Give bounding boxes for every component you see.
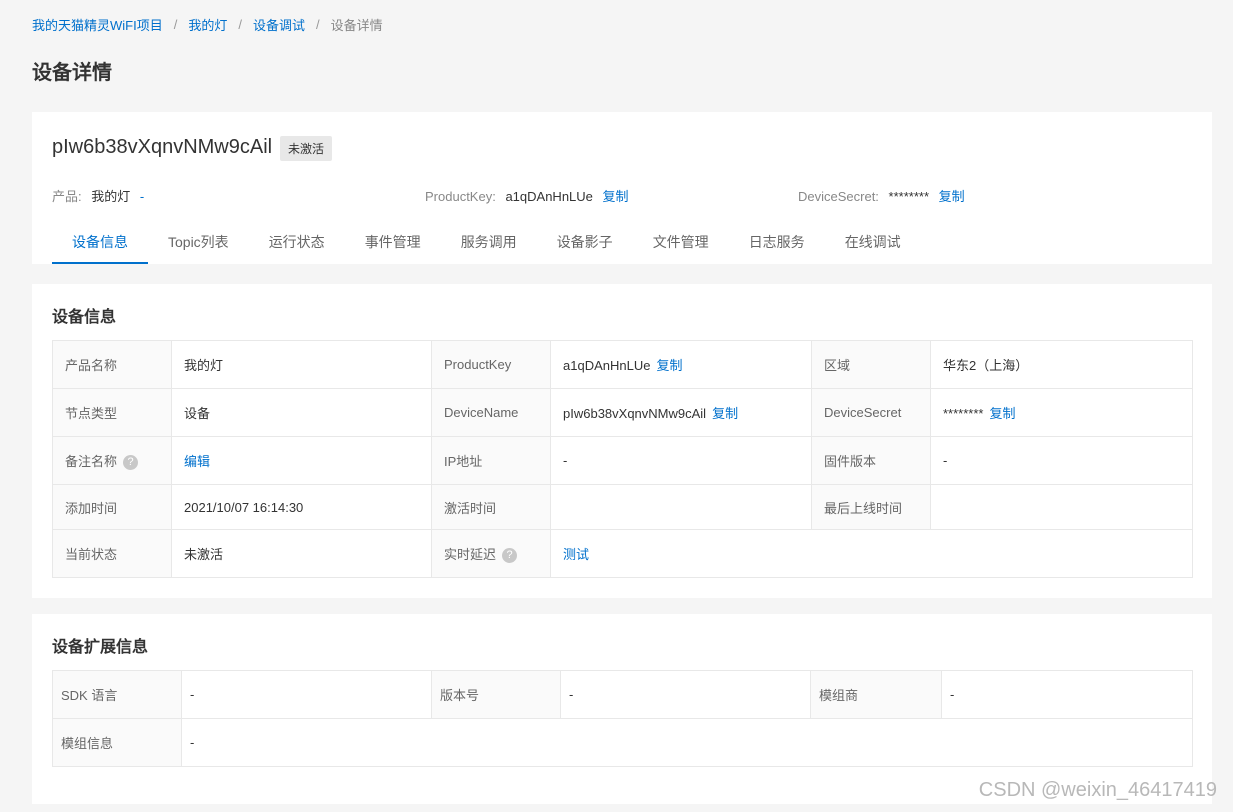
tab-log-service[interactable]: 日志服务 [729, 226, 825, 264]
tab-bar: 设备信息 Topic列表 运行状态 事件管理 服务调用 设备影子 文件管理 日志… [52, 226, 921, 264]
productkey-value: a1qDAnHnLUe [563, 358, 651, 373]
info-label: 节点类型 [52, 388, 172, 437]
info-label: 最后上线时间 [811, 484, 931, 530]
question-icon[interactable]: ? [502, 548, 518, 564]
breadcrumb-separator: / [238, 17, 242, 32]
page-title: 设备详情 [32, 62, 112, 84]
info-value: 设备 [171, 388, 432, 437]
info-label: IP地址 [431, 436, 551, 485]
breadcrumb-separator: / [173, 17, 178, 32]
breadcrumb-separator: / [316, 17, 320, 32]
ext-value: - [560, 670, 811, 719]
copy-devicesecret-button[interactable]: 复制 [989, 406, 1015, 421]
productkey-label: ProductKey: [425, 189, 496, 204]
ext-value: - [181, 670, 432, 719]
info-label: 固件版本 [811, 436, 931, 485]
breadcrumb-current: 设备详情 [330, 18, 383, 33]
breadcrumb-item-debug[interactable]: 设备调试 [253, 15, 305, 34]
devicename-value: pIw6b38vXqnvNMw9cAil [563, 406, 707, 421]
ext-value: - [941, 670, 1193, 719]
info-label-cell: 实时延迟? [431, 529, 551, 578]
copy-productkey-button[interactable]: 复制 [656, 358, 682, 373]
ext-value: - [181, 718, 1193, 767]
table-row: 节点类型 设备 DeviceName pIw6b38vXqnvNMw9cAil 复… [52, 388, 1193, 437]
info-label: ProductKey [431, 340, 551, 389]
info-label: 备注名称 [65, 453, 118, 469]
info-value-cell: pIw6b38vXqnvNMw9cAil 复制 [550, 388, 812, 437]
info-value: 华东2（上海） [930, 340, 1193, 389]
ext-info-table: SDK 语言 - 版本号 - 模组商 - 模组信息 - [52, 670, 1193, 767]
watermark: CSDN @weixin_46417419 [978, 779, 1217, 801]
info-label: DeviceSecret [811, 388, 931, 437]
copy-productkey-button[interactable]: 复制 [603, 189, 629, 204]
ext-label: 模组信息 [52, 718, 182, 767]
product-meta: 产品: 我的灯 - [52, 186, 144, 205]
info-label: 添加时间 [52, 484, 172, 530]
info-value: - [930, 436, 1193, 485]
productkey-meta: ProductKey: a1qDAnHnLUe 复制 [425, 186, 629, 205]
edit-remark-link[interactable]: 编辑 [184, 454, 210, 469]
info-label: 当前状态 [52, 529, 172, 578]
devicesecret-meta: DeviceSecret: ******** 复制 [798, 186, 965, 205]
tab-run-status[interactable]: 运行状态 [249, 226, 345, 264]
breadcrumb-item-project[interactable]: 我的天猫精灵WiFI项目 [32, 15, 163, 34]
info-value: 我的灯 [171, 340, 432, 389]
devicesecret-label: DeviceSecret: [798, 189, 879, 204]
info-label: 产品名称 [52, 340, 172, 389]
tab-device-shadow[interactable]: 设备影子 [537, 226, 633, 264]
ext-label: SDK 语言 [52, 670, 182, 719]
productkey-value: a1qDAnHnLUe [505, 189, 593, 204]
info-value-cell: a1qDAnHnLUe 复制 [550, 340, 812, 389]
ext-info-section: 设备扩展信息 SDK 语言 - 版本号 - 模组商 - 模组信息 - [32, 614, 1212, 804]
info-value: 2021/10/07 16:14:30 [171, 484, 432, 530]
copy-devicesecret-button[interactable]: 复制 [939, 189, 965, 204]
product-label: 产品: [52, 189, 82, 204]
table-row: 添加时间 2021/10/07 16:14:30 激活时间 最后上线时间 [52, 484, 1193, 530]
info-label: 区域 [811, 340, 931, 389]
table-row: 产品名称 我的灯 ProductKey a1qDAnHnLUe 复制 区域 华东2… [52, 340, 1193, 389]
tab-online-debug[interactable]: 在线调试 [825, 226, 921, 264]
section-title: 设备扩展信息 [52, 639, 149, 656]
info-value-cell: ******** 复制 [930, 388, 1193, 437]
devicesecret-value: ******** [888, 189, 930, 204]
device-info-section: 设备信息 产品名称 我的灯 ProductKey a1qDAnHnLUe 复制 区… [32, 284, 1212, 598]
info-label: 实时延迟 [444, 546, 497, 562]
status-badge: 未激活 [280, 136, 333, 161]
devicesecret-value: ******** [943, 406, 984, 421]
device-header-card: pIw6b38vXqnvNMw9cAil 未激活 产品: 我的灯 - Produ… [32, 112, 1212, 264]
info-value: 未激活 [171, 529, 432, 578]
tab-topic-list[interactable]: Topic列表 [148, 226, 249, 264]
table-row: 当前状态 未激活 实时延迟? 测试 [52, 529, 1193, 578]
info-value-cell: 测试 [550, 529, 1193, 578]
device-name: pIw6b38vXqnvNMw9cAil [52, 136, 273, 158]
info-value [550, 484, 812, 530]
tab-service-call[interactable]: 服务调用 [441, 226, 537, 264]
copy-devicename-button[interactable]: 复制 [712, 406, 738, 421]
tab-event-management[interactable]: 事件管理 [345, 226, 441, 264]
latency-test-link[interactable]: 测试 [563, 547, 589, 562]
question-icon[interactable]: ? [123, 455, 139, 471]
ext-label: 版本号 [431, 670, 561, 719]
info-value-cell: 编辑 [171, 436, 432, 485]
breadcrumb: 我的天猫精灵WiFI项目 / 我的灯 / 设备调试 / 设备详情 [32, 15, 383, 34]
product-extra-link[interactable]: - [140, 189, 144, 204]
table-row: 备注名称? 编辑 IP地址 - 固件版本 - [52, 436, 1193, 485]
info-value: - [550, 436, 812, 485]
info-label-cell: 备注名称? [52, 436, 172, 485]
table-row: SDK 语言 - 版本号 - 模组商 - [52, 670, 1193, 719]
product-value: 我的灯 [91, 189, 131, 204]
breadcrumb-item-product[interactable]: 我的灯 [188, 15, 227, 34]
info-label: 激活时间 [431, 484, 551, 530]
section-title: 设备信息 [52, 309, 117, 326]
table-row: 模组信息 - [52, 718, 1193, 767]
device-info-table: 产品名称 我的灯 ProductKey a1qDAnHnLUe 复制 区域 华东2… [52, 340, 1193, 578]
info-label: DeviceName [431, 388, 551, 437]
tab-device-info[interactable]: 设备信息 [52, 226, 148, 264]
ext-label: 模组商 [810, 670, 942, 719]
info-value [930, 484, 1193, 530]
tab-file-management[interactable]: 文件管理 [633, 226, 729, 264]
